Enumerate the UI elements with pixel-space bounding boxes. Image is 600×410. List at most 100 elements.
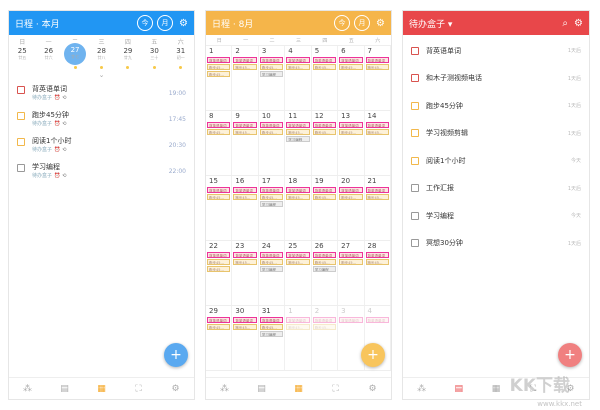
event-chip[interactable]: 背英语单词 [312,252,337,258]
event-chip[interactable]: 背英语单词 [207,252,231,258]
list-item[interactable]: 背英语单词 1天后 [403,37,589,65]
share-icon[interactable]: ⁂ [9,384,46,394]
event-chip[interactable]: 背英语单词 [365,57,389,63]
event-chip[interactable]: 学习编程 [259,331,284,337]
month-day-cell[interactable]: 21 背英语单词 跑步45… [365,176,391,240]
gear-icon[interactable]: ⚙ [179,18,188,29]
share-icon[interactable]: ⁂ [403,384,440,394]
list-item[interactable]: 跑步45分钟 待办盒子 ⏰ ⟲ 17:45 [9,107,194,133]
calendar-icon[interactable]: ▦ [280,384,317,394]
list-item[interactable]: 工作汇报 1天后 [403,175,589,203]
event-chip[interactable]: 背英语单词 [312,187,337,193]
month-day-cell[interactable]: 25 背英语单词 跑步45… [285,241,312,305]
list-item[interactable]: 背英语单词 待办盒子 ⏰ ⟲ 19:00 [9,81,194,107]
clipboard-icon[interactable]: ▤ [243,384,280,394]
month-day-cell[interactable]: 3 背英语单词 跑步45… 学习编程 [259,46,286,110]
task-checkbox[interactable] [411,46,419,55]
month-day-cell[interactable]: 14 背英语单词 跑步45… [365,111,391,175]
event-chip[interactable]: 跑步45… [365,259,389,265]
month-day-cell[interactable]: 10 背英语单词 跑步45… [259,111,286,175]
event-chip[interactable]: 跑步45… [259,259,284,265]
event-chip[interactable]: 背英语单词 [312,122,337,128]
month-day-cell[interactable]: 19 背英语单词 跑步45… [312,176,339,240]
month-day-cell[interactable]: 29 背英语单词 跑步45… [206,306,233,370]
event-chip[interactable]: 背英语单词 [233,252,257,258]
event-chip[interactable]: 背英语单词 [259,187,284,193]
event-chip[interactable]: 背英语单词 [339,57,363,63]
month-day-cell[interactable]: 22 背英语单词 跑步45… 跑步45… [206,241,233,305]
event-chip[interactable]: 跑步45… [312,194,337,200]
event-chip[interactable]: 背英语单词 [207,317,231,323]
date-cell[interactable]: 30 三十 [141,47,167,69]
header-title[interactable]: 待办盒子 ▾ [409,17,556,30]
event-chip[interactable]: 跑步45… [207,194,231,200]
event-chip[interactable]: 跑步45… [286,324,310,330]
list-item[interactable]: 阅读1个小时 待办盒子 ⏰ ⟲ 20:30 [9,133,194,159]
list-item[interactable]: 学习视频剪辑 1天后 [403,120,589,148]
date-cell[interactable]: 28 廿八 [88,47,114,69]
event-chip[interactable]: 跑步45… [207,266,231,272]
event-chip[interactable]: 跑步45… [207,71,231,77]
month-day-cell[interactable]: 27 背英语单词 跑步45… [338,241,365,305]
list-item[interactable]: 学习编程 待办盒子 ⏰ ⟲ 22:00 [9,159,194,185]
event-chip[interactable]: 跑步45… [365,129,389,135]
task-checkbox[interactable] [411,184,419,193]
add-task-button[interactable]: + [164,343,188,367]
search-icon[interactable]: ⌕ [562,18,568,29]
list-item[interactable]: 跑步45分钟 1天后 [403,92,589,120]
event-chip[interactable]: 跑步45… [312,259,337,265]
event-chip[interactable]: 跑步45… [207,259,231,265]
event-chip[interactable]: 背英语单词 [339,252,363,258]
month-day-cell[interactable]: 28 背英语单词 跑步45… [365,241,391,305]
event-chip[interactable]: 跑步45… [365,194,389,200]
event-chip[interactable]: 背英语单词 [365,187,389,193]
month-day-cell[interactable]: 26 背英语单词 跑步45… 学习编程 [312,241,339,305]
calendar-icon[interactable]: ▦ [83,384,120,394]
clipboard-icon[interactable]: ▤ [440,384,477,394]
event-chip[interactable]: 跑步45… [286,259,310,265]
event-chip[interactable]: 跑步45… [312,324,337,330]
event-chip[interactable]: 跑步45… [207,129,231,135]
task-checkbox[interactable] [411,211,419,220]
month-day-cell[interactable]: 7 背英语单词 跑步45… [365,46,391,110]
list-item[interactable]: 和木子测视频电话 1天后 [403,65,589,93]
task-checkbox[interactable] [411,239,419,248]
event-chip[interactable]: 跑步45… [339,194,363,200]
event-chip[interactable]: 背英语单词 [233,122,257,128]
event-chip[interactable]: 背英语单词 [286,252,310,258]
date-cell[interactable]: 31 初一 [168,47,194,69]
month-day-cell[interactable]: 1 背英语单词 跑步45… [285,306,312,370]
event-chip[interactable]: 跑步45… [339,259,363,265]
event-chip[interactable]: 跑步45… [339,129,363,135]
event-chip[interactable]: 背英语单词 [259,317,284,323]
event-chip[interactable]: 跑步45… [259,129,284,135]
gear-icon[interactable]: ⚙ [574,18,583,29]
event-chip[interactable]: 跑步45… [207,64,231,70]
date-cell[interactable]: 26 廿六 [35,47,61,61]
gear-icon[interactable]: ⚙ [354,384,391,394]
event-chip[interactable]: 跑步45… [233,64,257,70]
event-chip[interactable]: 跑步45… [259,324,284,330]
event-chip[interactable]: 背英语单词 [259,252,284,258]
month-day-cell[interactable]: 15 背英语单词 跑步45… [206,176,233,240]
month-toggle-button[interactable]: 月 [354,15,371,31]
focus-icon[interactable]: ⛶ [120,384,157,394]
gear-icon[interactable]: ⚙ [376,18,385,29]
event-chip[interactable]: 跑步45… [312,64,337,70]
event-chip[interactable]: 跑步45… [286,64,310,70]
month-day-cell[interactable]: 13 背英语单词 跑步45… [338,111,365,175]
month-day-cell[interactable]: 5 背英语单词 跑步45… [312,46,339,110]
month-day-cell[interactable]: 3 背英语单词 [338,306,365,370]
task-checkbox[interactable] [411,101,419,110]
add-task-button[interactable]: + [361,343,385,367]
event-chip[interactable]: 背英语单词 [365,252,389,258]
event-chip[interactable]: 背英语单词 [233,317,257,323]
event-chip[interactable]: 背英语单词 [339,187,363,193]
event-chip[interactable]: 背英语单词 [259,122,284,128]
event-chip[interactable]: 背英语单词 [207,122,231,128]
event-chip[interactable]: 跑步45… [286,194,310,200]
month-day-cell[interactable]: 18 背英语单词 跑步45… [285,176,312,240]
event-chip[interactable]: 学习编程 [259,71,284,77]
month-day-cell[interactable]: 30 背英语单词 跑步45… [232,306,259,370]
event-chip[interactable]: 跑步45… [233,194,257,200]
